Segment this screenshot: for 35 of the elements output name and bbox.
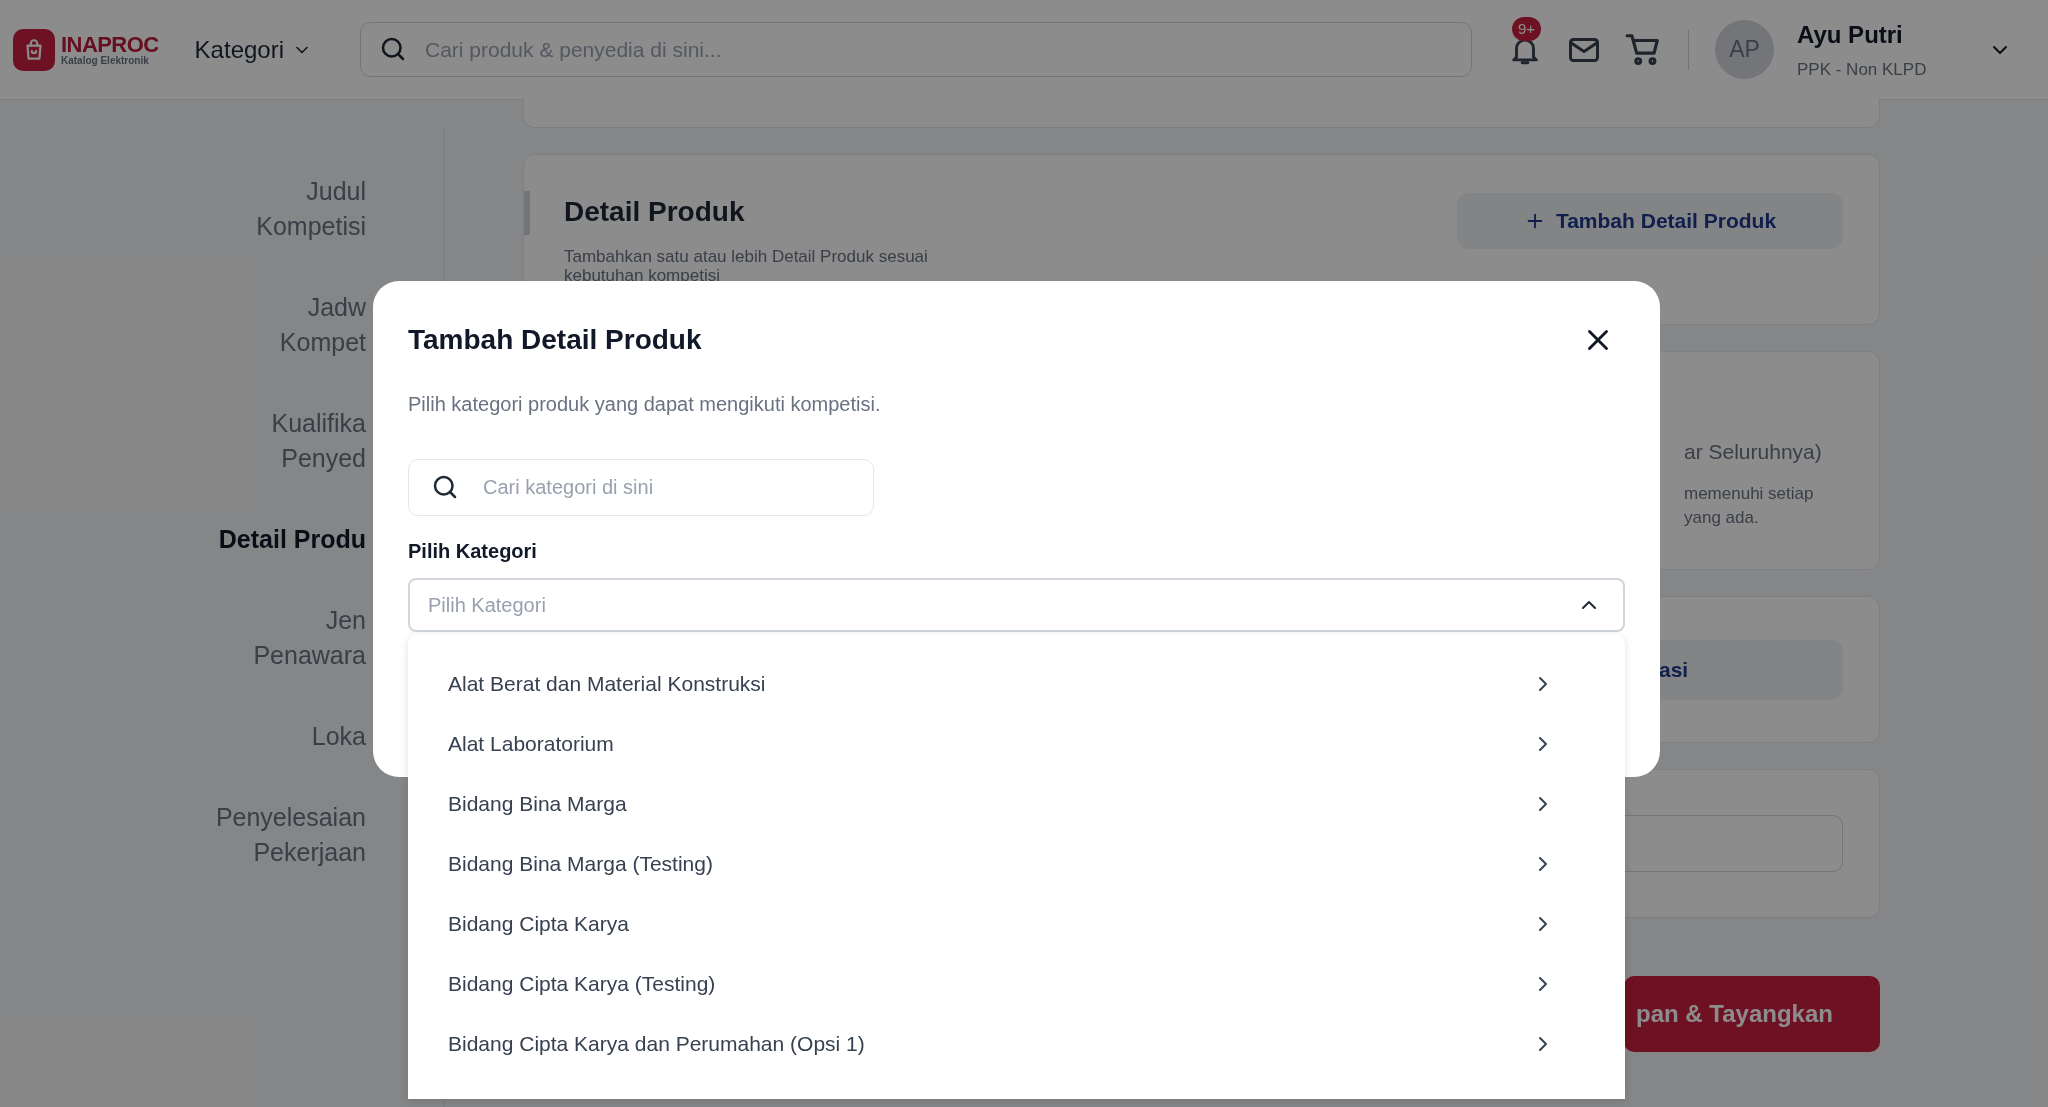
sidebar-link[interactable]: Loka: [311, 719, 366, 754]
add-detail-button[interactable]: Tambah Detail Produk: [1457, 193, 1843, 249]
modal-title: Tambah Detail Produk: [408, 323, 702, 357]
sidebar-link[interactable]: Detail Produ: [218, 522, 366, 557]
logo-wordmark: INAPROC: [61, 33, 159, 56]
user-avatar: AP: [1715, 20, 1774, 79]
category-select[interactable]: Pilih Kategori: [408, 578, 1625, 632]
sidebar-link[interactable]: Jen Penawara: [253, 603, 366, 673]
sidebar-link[interactable]: Penyelesaian Pekerjaan: [215, 800, 366, 870]
search-field[interactable]: Cari produk & penyedia di sini...: [360, 22, 1472, 77]
category-option[interactable]: Alat Berat dan Material Konstruksi: [448, 654, 1555, 714]
category-option[interactable]: Bidang Cipta Karya (Testing): [448, 954, 1555, 1014]
section-description: Tambahkan satu atau lebih Detail Produk sesuai: [564, 247, 928, 267]
category-option[interactable]: Bidang Cipta Karya dan Perumahan (Opsi 1): [448, 1014, 1555, 1074]
user-role: PPK - Non KLPD: [1797, 58, 1927, 81]
sidebar-link[interactable]: Judul Kompetisi: [256, 174, 366, 244]
section-description: kebutuhan kompetisi: [564, 267, 721, 285]
category-menu-button[interactable]: Kategori: [194, 31, 312, 68]
notification-badge: 9+: [1512, 16, 1542, 41]
submit-button[interactable]: pan & Tayangkan: [1624, 976, 1880, 1052]
field-label: Pilih Kategori: [408, 539, 538, 564]
category-search-field[interactable]: Cari kategori di sini: [408, 459, 874, 516]
sidebar-link[interactable]: Jadw Kompet: [279, 290, 366, 360]
shopping-bag-logo-icon: [13, 28, 55, 71]
modal-subtitle: Pilih kategori produk yang dapat mengikuti kompetisi.: [408, 392, 882, 417]
category-option[interactable]: Alat Laboratorium: [448, 714, 1555, 774]
category-option[interactable]: Bidang Cipta Karya: [448, 894, 1555, 954]
sidebar-link[interactable]: Kualifika Penyed: [271, 406, 366, 476]
logo-tagline: Katalog Elektronik: [61, 55, 150, 66]
user-name: Ayu Putri: [1797, 19, 1904, 50]
category-option[interactable]: Bidang Bina Marga (Testing): [448, 834, 1555, 894]
section-title: Detail Produk: [564, 195, 746, 229]
option-title: ar Seluruhnya): [1684, 439, 1823, 465]
category-option[interactable]: Bidang Bina Marga: [448, 774, 1555, 834]
option-description: memenuhi setiap yang ada.: [1684, 482, 1815, 529]
